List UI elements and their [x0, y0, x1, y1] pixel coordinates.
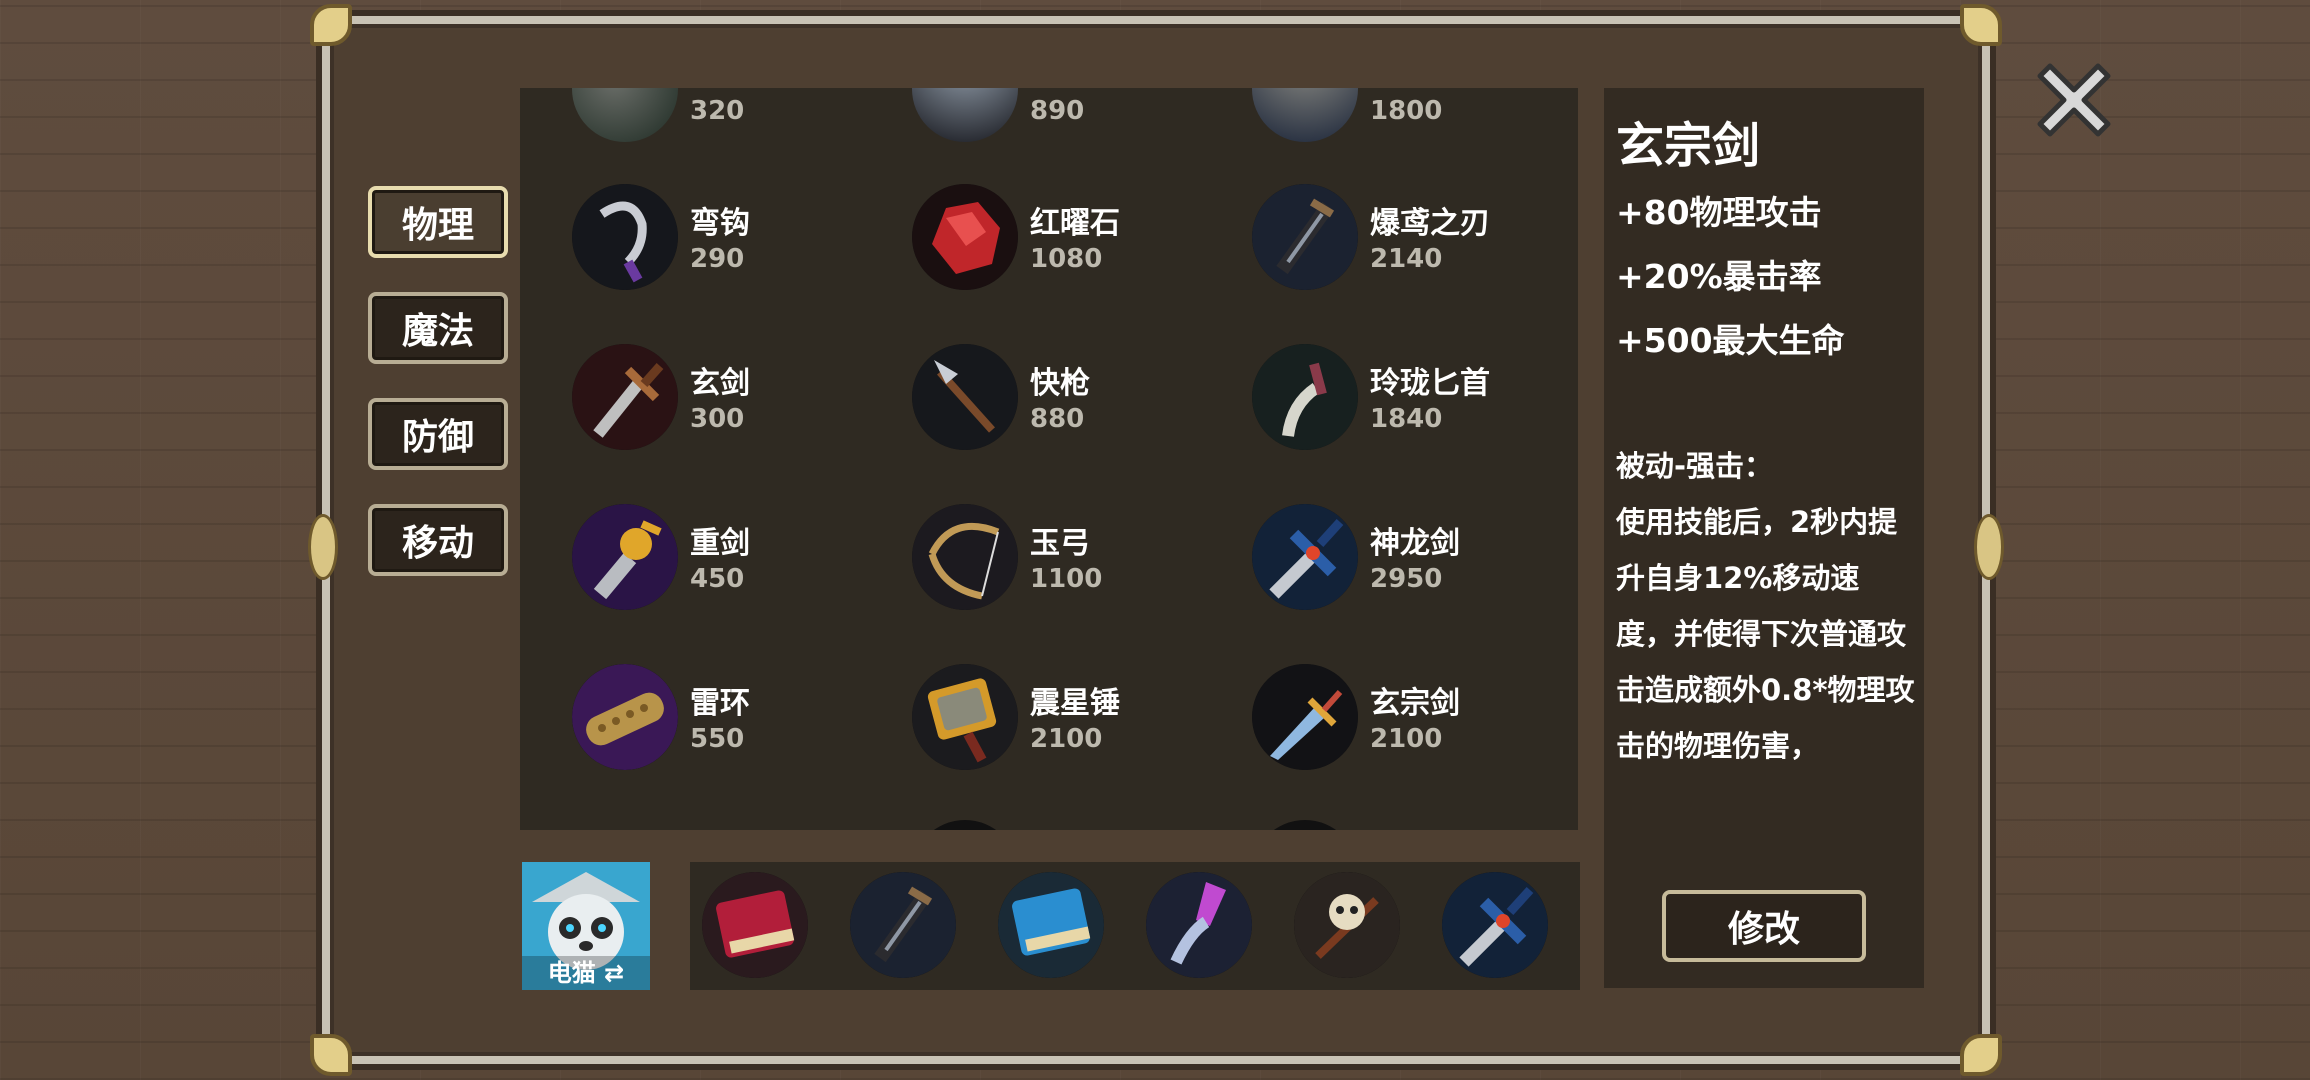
equipped-items-bar — [690, 862, 1580, 990]
equipped-slot[interactable] — [1294, 872, 1400, 978]
item-price: 320 — [690, 96, 745, 126]
item-name: 玄剑 — [690, 366, 750, 401]
frame-corner-ornament — [310, 4, 352, 46]
list-item[interactable]: 玲珑匕首 1840 — [1252, 344, 1572, 454]
list-item[interactable]: 玉弓 1100 — [912, 504, 1232, 614]
item-name: 神龙剑 — [1370, 526, 1460, 561]
dark-blade-icon — [850, 872, 956, 978]
item-price: 1800 — [1370, 96, 1443, 126]
dragon-sword-icon — [1442, 872, 1548, 978]
list-item[interactable]: 890 — [912, 88, 1232, 146]
frame-side-ornament — [308, 514, 338, 580]
item-name: 重剑 — [690, 526, 750, 561]
frame-corner-ornament — [1960, 1034, 2002, 1076]
list-item[interactable]: 神龙剑 2950 — [1252, 504, 1572, 614]
item-name: 红曜石 — [1030, 206, 1120, 241]
bow-icon — [912, 504, 1018, 610]
item-name: 爆鸢之刃 — [1370, 206, 1490, 241]
item-price: 2950 — [1370, 564, 1443, 594]
item-name: 弯钩 — [690, 206, 750, 241]
list-item[interactable]: 玄剑 300 — [572, 344, 892, 454]
item-price: 300 — [690, 404, 745, 434]
list-item[interactable]: 震星锤 2100 — [912, 664, 1232, 774]
item-price: 450 — [690, 564, 745, 594]
hero-name-label: 电猫 ⇄ — [522, 956, 650, 990]
item-list-panel[interactable]: 320 890 1800 弯钩 290 红曜石 1080 爆鸢之刃 2140 玄… — [520, 88, 1578, 830]
list-item[interactable] — [1252, 820, 1572, 830]
item-name: 快枪 — [1030, 366, 1090, 401]
item-detail-panel: 玄宗剑 +80物理攻击 +20%暴击率 +500最大生命 被动-强击： 使用技能… — [1604, 88, 1924, 988]
equipped-slot[interactable] — [998, 872, 1104, 978]
gear-icon — [572, 88, 678, 142]
hammer-icon — [912, 664, 1018, 770]
equipped-slot[interactable] — [1442, 872, 1548, 978]
list-item[interactable]: 320 — [572, 88, 892, 146]
red-stone-icon — [912, 184, 1018, 290]
item-price: 880 — [1030, 404, 1085, 434]
frame-corner-ornament — [1960, 4, 2002, 46]
list-item[interactable]: 1800 — [1252, 88, 1572, 146]
list-item[interactable]: 雷环 550 — [572, 664, 892, 774]
item-price: 2100 — [1030, 724, 1103, 754]
blade-icon — [912, 88, 1018, 142]
spear-icon — [912, 344, 1018, 450]
equipped-slot[interactable] — [1146, 872, 1252, 978]
curved-dagger-icon — [1252, 344, 1358, 450]
list-item[interactable]: 红曜石 1080 — [912, 184, 1232, 294]
item-detail-title: 玄宗剑 — [1616, 118, 1761, 174]
item-price: 2100 — [1370, 724, 1443, 754]
list-item[interactable]: 重剑 450 — [572, 504, 892, 614]
list-item[interactable]: 快枪 880 — [912, 344, 1232, 454]
item-name: 玲珑匕首 — [1370, 366, 1490, 401]
thunder-ring-icon — [572, 664, 678, 770]
list-item[interactable]: 爆鸢之刃 2140 — [1252, 184, 1572, 294]
list-item[interactable]: 弯钩 290 — [572, 184, 892, 294]
list-item[interactable]: 玄宗剑 2100 — [1252, 664, 1572, 774]
item-name: 玄宗剑 — [1370, 686, 1460, 721]
equipped-slot[interactable] — [702, 872, 808, 978]
item-price: 890 — [1030, 96, 1085, 126]
axe-icon — [1252, 88, 1358, 142]
item-price: 1080 — [1030, 244, 1103, 274]
item-name: 震星锤 — [1030, 686, 1120, 721]
list-item[interactable] — [912, 820, 1232, 830]
tab-magic[interactable]: 魔法 — [368, 292, 508, 364]
item-name: 玉弓 — [1030, 526, 1090, 561]
item-stat: +80物理攻击 — [1616, 193, 1822, 232]
red-book-icon — [702, 872, 808, 978]
hook-icon — [572, 184, 678, 290]
skull-staff-icon — [1294, 872, 1400, 978]
dragon-sword-icon — [1252, 504, 1358, 610]
item-price: 2140 — [1370, 244, 1443, 274]
sword-icon — [572, 344, 678, 450]
item-icon — [912, 820, 1018, 830]
heavy-sword-icon — [572, 504, 678, 610]
item-price: 550 — [690, 724, 745, 754]
item-name: 雷环 — [690, 686, 750, 721]
tab-movement[interactable]: 移动 — [368, 504, 508, 576]
close-icon — [2037, 63, 2111, 137]
blue-book-icon — [998, 872, 1104, 978]
item-price: 1840 — [1370, 404, 1443, 434]
tab-physical[interactable]: 物理 — [368, 186, 508, 258]
crystal-claw-icon — [1146, 872, 1252, 978]
dark-blade-icon — [1252, 184, 1358, 290]
blue-dagger-icon — [1252, 664, 1358, 770]
item-price: 290 — [690, 244, 745, 274]
tab-defense[interactable]: 防御 — [368, 398, 508, 470]
item-stat: +500最大生命 — [1616, 321, 1845, 360]
frame-corner-ornament — [310, 1034, 352, 1076]
item-icon — [1252, 820, 1358, 830]
close-button[interactable] — [2024, 50, 2124, 150]
frame-side-ornament — [1974, 514, 2004, 580]
passive-title: 被动-强击： — [1616, 449, 1774, 483]
edit-button[interactable]: 修改 — [1662, 890, 1866, 962]
passive-text: 使用技能后，2秒内提升自身12%移动速度，并使得下次普通攻击造成额外0.8*物理… — [1616, 505, 1915, 763]
item-stat: +20%暴击率 — [1616, 257, 1822, 296]
item-price: 1100 — [1030, 564, 1103, 594]
item-passive-description: 被动-强击： 使用技能后，2秒内提升自身12%移动速度，并使得下次普通攻击造成额… — [1616, 438, 1916, 774]
hero-avatar[interactable]: 电猫 ⇄ — [522, 862, 650, 990]
equipped-slot[interactable] — [850, 872, 956, 978]
